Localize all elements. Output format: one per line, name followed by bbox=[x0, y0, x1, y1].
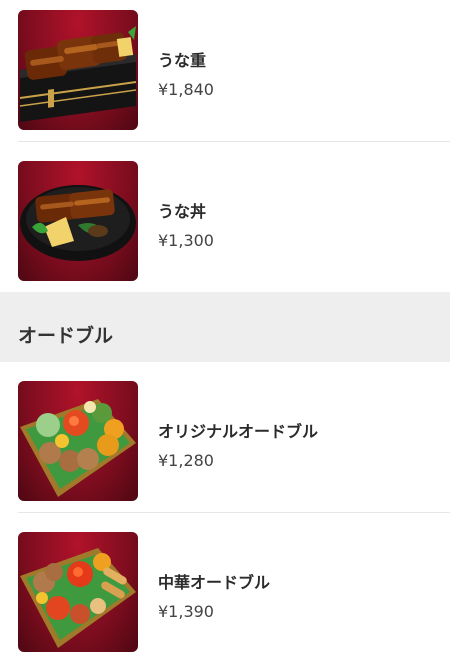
item-name: うな丼 bbox=[158, 202, 207, 221]
item-name: うな重 bbox=[158, 51, 207, 70]
unadon-photo bbox=[18, 161, 138, 281]
item-name: オリジナルオードブル bbox=[158, 422, 319, 441]
item-price: ¥1,280 bbox=[158, 451, 214, 470]
item-name: 中華オードブル bbox=[158, 573, 271, 592]
original-hors-doeuvre-photo bbox=[18, 381, 138, 501]
menu-item-unaju[interactable]: うな重 ¥1,840 bbox=[0, 0, 450, 140]
item-price: ¥1,300 bbox=[158, 231, 214, 250]
divider bbox=[18, 141, 450, 142]
divider bbox=[18, 512, 450, 513]
item-price: ¥1,840 bbox=[158, 80, 214, 99]
chinese-hors-doeuvre-photo bbox=[18, 532, 138, 652]
menu-item-chinese-hors-doeuvre[interactable]: 中華オードブル ¥1,390 bbox=[0, 522, 450, 662]
item-price: ¥1,390 bbox=[158, 602, 214, 621]
menu-item-original-hors-doeuvre[interactable]: オリジナルオードブル ¥1,280 bbox=[0, 371, 450, 511]
section-header-hors-doeuvre: オードブル bbox=[0, 292, 450, 362]
section-title: オードブル bbox=[18, 325, 114, 347]
unaju-photo bbox=[18, 10, 138, 130]
menu-item-unadon[interactable]: うな丼 ¥1,300 bbox=[0, 151, 450, 291]
